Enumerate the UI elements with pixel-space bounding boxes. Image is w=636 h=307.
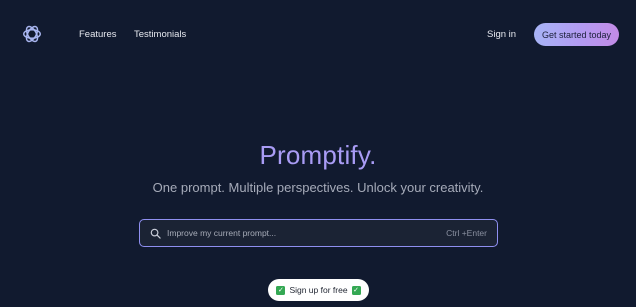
nav-link-features[interactable]: Features (79, 29, 117, 40)
get-started-button[interactable]: Get started today (534, 23, 619, 46)
check-mark-icon: ✓ (351, 285, 361, 295)
top-nav: Features Testimonials Sign in Get starte… (0, 0, 636, 68)
search-icon (150, 228, 161, 239)
check-mark-icon: ✓ (276, 285, 286, 295)
page: Features Testimonials Sign in Get starte… (0, 0, 636, 307)
openai-logo-icon[interactable] (21, 23, 43, 45)
hero-subtitle: One prompt. Multiple perspectives. Unloc… (152, 180, 484, 195)
hero-title: Promptify. (259, 140, 377, 170)
prompt-input[interactable] (167, 228, 447, 238)
sign-up-label: Sign up for free (289, 285, 348, 295)
sign-up-free-button[interactable]: ✓ Sign up for free ✓ (268, 279, 369, 301)
prompt-search-bar[interactable]: Ctrl +Enter (139, 219, 498, 247)
get-started-label: Get started today (541, 29, 612, 40)
nav-link-testimonials[interactable]: Testimonials (134, 29, 186, 40)
keyboard-shortcut-hint: Ctrl +Enter (446, 228, 487, 238)
sign-in-link[interactable]: Sign in (487, 29, 516, 40)
